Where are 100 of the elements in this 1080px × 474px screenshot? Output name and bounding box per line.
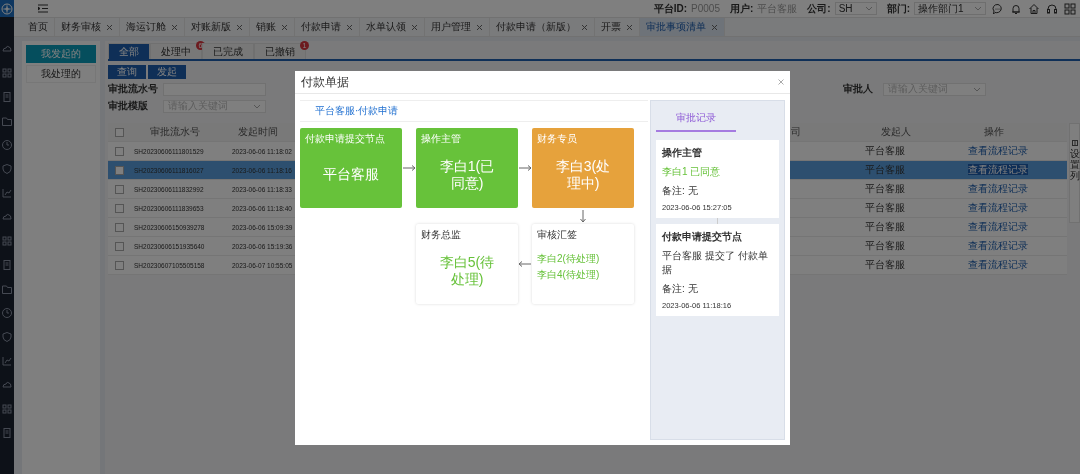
field-label: 公司: bbox=[807, 1, 831, 16]
field-label: 平台ID: bbox=[653, 1, 688, 16]
department-select[interactable]: 操作部门1 bbox=[914, 2, 986, 15]
node-assignee: 李白2(待处理) bbox=[537, 252, 600, 266]
document-icon[interactable] bbox=[1, 427, 13, 439]
table-cell-text: 平台客服 bbox=[864, 144, 906, 158]
checkbox[interactable] bbox=[115, 127, 124, 137]
home-icon[interactable] bbox=[1028, 2, 1040, 15]
folder-icon[interactable] bbox=[1, 283, 13, 295]
record-remark: 备注: 无 bbox=[662, 184, 699, 198]
node-title: 付款申请提交节点 bbox=[305, 132, 386, 146]
shield-icon[interactable] bbox=[1, 331, 13, 343]
close-icon[interactable] bbox=[778, 79, 784, 85]
grid-icon[interactable] bbox=[1, 235, 13, 247]
filter-label: 审批流水号 bbox=[108, 82, 159, 96]
field-label: 用户: bbox=[729, 1, 754, 16]
checkbox[interactable] bbox=[115, 184, 124, 194]
grid-icon[interactable] bbox=[1064, 2, 1076, 15]
column-header: 司 bbox=[790, 125, 802, 139]
bell-icon[interactable] bbox=[1010, 2, 1022, 15]
close-icon[interactable] bbox=[281, 23, 288, 31]
arrow-icon bbox=[518, 164, 532, 172]
nav-tab[interactable]: 水单认领 bbox=[360, 18, 425, 36]
view-record-link[interactable]: 查看流程记录 bbox=[968, 240, 1028, 251]
table-cell-text: 平台客服 bbox=[864, 258, 906, 272]
field-label: 部门: bbox=[886, 1, 910, 16]
nav-tab[interactable]: 销账 bbox=[250, 18, 295, 36]
nav-tab[interactable]: 付款申请（新版） bbox=[490, 18, 595, 36]
close-icon[interactable] bbox=[626, 23, 633, 31]
action-button[interactable]: 发起 bbox=[148, 65, 186, 79]
record-remark: 备注: 无 bbox=[662, 282, 699, 296]
close-icon[interactable] bbox=[476, 23, 483, 31]
chat-icon[interactable] bbox=[992, 2, 1004, 15]
clock-icon[interactable] bbox=[1, 139, 13, 151]
side-menu-item[interactable]: 我发起的 bbox=[26, 45, 96, 63]
arrow-icon bbox=[579, 209, 587, 223]
grid-icon[interactable] bbox=[1, 67, 13, 79]
record-status: 李白1 已同意 bbox=[662, 165, 722, 179]
node-title: 财务总监 bbox=[421, 228, 462, 242]
side-menu-item[interactable]: 我处理的 bbox=[26, 65, 96, 83]
nav-tab[interactable]: 审批事项清单 bbox=[640, 18, 725, 36]
clock-icon[interactable] bbox=[1, 307, 13, 319]
folder-icon[interactable] bbox=[1, 115, 13, 127]
close-icon[interactable] bbox=[346, 23, 353, 31]
columns-icon bbox=[1071, 140, 1078, 146]
view-record-link[interactable]: 查看流程记录 bbox=[968, 221, 1028, 232]
view-record-link[interactable]: 查看流程记录 bbox=[968, 259, 1028, 270]
chart-icon[interactable] bbox=[1, 355, 13, 367]
table-cell-text: 平台客服 bbox=[864, 239, 906, 253]
checkbox[interactable] bbox=[115, 222, 124, 232]
records-tab[interactable]: 审批记录 bbox=[656, 105, 736, 132]
close-icon[interactable] bbox=[171, 23, 178, 31]
status-tab[interactable]: 全部 bbox=[108, 43, 150, 59]
headset-icon[interactable] bbox=[1046, 2, 1058, 15]
view-record-link[interactable]: 查看流程记录 bbox=[968, 183, 1028, 194]
close-icon[interactable] bbox=[581, 23, 588, 31]
nav-tab[interactable]: 财务审核 bbox=[55, 18, 120, 36]
grid-icon[interactable] bbox=[1, 403, 13, 415]
nav-tab[interactable]: 用户管理 bbox=[425, 18, 490, 36]
close-icon[interactable] bbox=[106, 23, 113, 31]
close-icon[interactable] bbox=[236, 23, 243, 31]
cloud-icon[interactable] bbox=[1, 379, 13, 391]
node-title: 审核汇签 bbox=[537, 228, 578, 242]
close-icon[interactable] bbox=[711, 23, 718, 31]
nav-tab[interactable]: 付款申请 bbox=[295, 18, 360, 36]
action-button[interactable]: 查询 bbox=[108, 65, 146, 79]
view-record-link[interactable]: 查看流程记录 bbox=[968, 164, 1028, 175]
checkbox[interactable] bbox=[115, 241, 124, 251]
column-header: 操作 bbox=[983, 125, 1005, 139]
table-cell-text: 平台客服 bbox=[864, 182, 906, 196]
view-record-link[interactable]: 查看流程记录 bbox=[968, 145, 1028, 156]
column-header: 发起人 bbox=[880, 125, 912, 139]
shield-icon[interactable] bbox=[1, 163, 13, 175]
column-header: 审批流水号 bbox=[149, 125, 201, 139]
cloud-icon[interactable] bbox=[1, 211, 13, 223]
document-icon[interactable] bbox=[1, 259, 13, 271]
modal-title: 付款单据 bbox=[301, 73, 349, 91]
checkbox[interactable] bbox=[115, 203, 124, 213]
status-tab[interactable]: 已完成 bbox=[202, 43, 254, 59]
chevron-down-icon bbox=[253, 102, 261, 110]
close-icon[interactable] bbox=[411, 23, 418, 31]
company-select[interactable]: SH bbox=[834, 2, 877, 15]
filter-label: 审批人 bbox=[843, 82, 874, 96]
table-cell-text: 平台客服 bbox=[864, 201, 906, 215]
checkbox[interactable] bbox=[115, 260, 124, 270]
document-icon[interactable] bbox=[1, 91, 13, 103]
view-record-link[interactable]: 查看流程记录 bbox=[968, 202, 1028, 213]
nav-tab[interactable]: 对账新版 bbox=[185, 18, 250, 36]
nav-tab[interactable]: 海运订舱 bbox=[120, 18, 185, 36]
column-settings-button[interactable]: 设置列 bbox=[1069, 123, 1080, 223]
node-title: 操作主管 bbox=[421, 132, 462, 146]
arrow-icon bbox=[402, 164, 416, 172]
nav-tab[interactable]: 首页 bbox=[22, 18, 55, 36]
node-title: 财务专员 bbox=[537, 132, 578, 146]
checkbox[interactable] bbox=[115, 165, 124, 175]
cloud-icon[interactable] bbox=[1, 43, 13, 55]
record-title: 付款申请提交节点 bbox=[662, 230, 743, 244]
chart-icon[interactable] bbox=[1, 187, 13, 199]
checkbox[interactable] bbox=[115, 146, 124, 156]
menu-icon[interactable] bbox=[38, 4, 48, 13]
